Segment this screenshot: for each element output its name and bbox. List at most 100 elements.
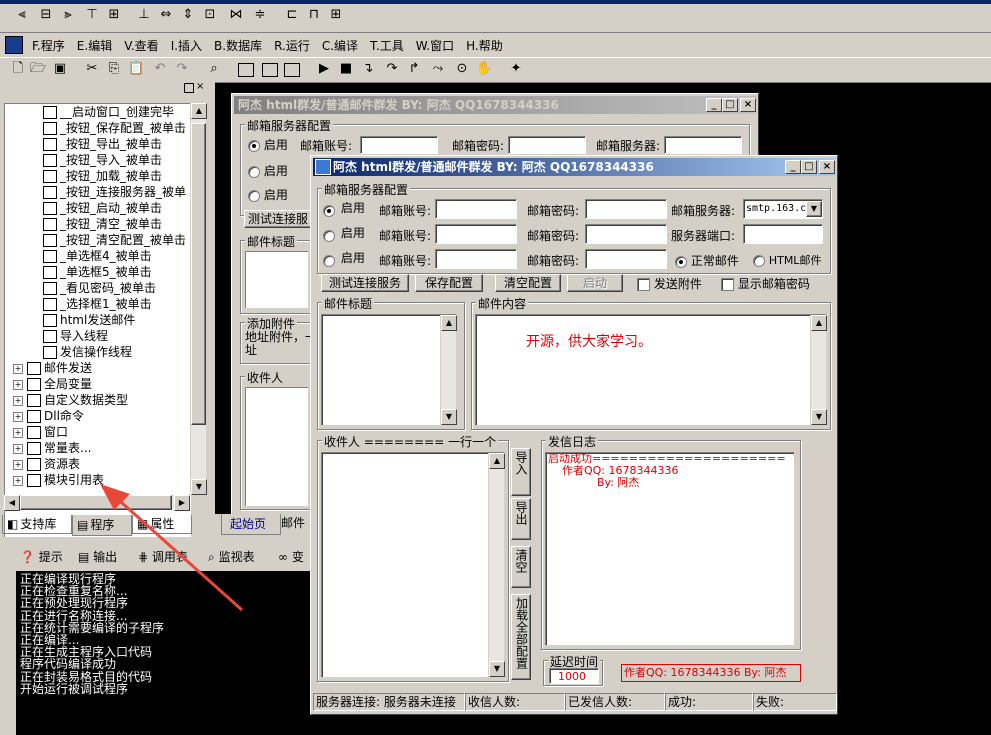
tab-variables[interactable]: ∞ 变 — [278, 547, 304, 567]
scroll-thumb[interactable] — [191, 123, 206, 425]
minimize-icon[interactable]: _ — [706, 98, 722, 112]
menu-item-2[interactable]: V.查看 — [118, 37, 164, 55]
import-button[interactable]: 导入 — [511, 448, 531, 496]
tree-item[interactable]: _按钮_清空_被单击 — [43, 216, 162, 232]
tree-item[interactable]: + 全局变量 — [13, 376, 92, 392]
content-vscroll[interactable]: ▲ ▼ — [810, 315, 827, 425]
account-input-2[interactable] — [435, 224, 517, 244]
app-icon[interactable] — [5, 36, 23, 54]
layout-3-icon[interactable] — [284, 63, 300, 77]
chevron-down-icon[interactable]: ▼ — [806, 201, 822, 217]
menu-item-8[interactable]: W.窗口 — [410, 37, 460, 55]
minimize-icon[interactable]: _ — [785, 160, 801, 174]
normal-mail-radio[interactable] — [675, 255, 687, 268]
start-button[interactable]: 启动 — [567, 274, 623, 292]
tree-item[interactable]: _看见密码_被单击 — [43, 280, 156, 296]
tree-item[interactable]: _单选框5_被单击 — [43, 264, 152, 280]
expand-icon[interactable]: + — [13, 363, 23, 374]
tree-item[interactable]: + 邮件发送 — [13, 360, 92, 376]
align-right-icon[interactable]: ⫸ — [60, 7, 76, 23]
subject-vscroll[interactable]: ▲ ▼ — [440, 315, 457, 425]
back-server-select[interactable] — [664, 136, 742, 154]
menu-item-7[interactable]: T.工具 — [364, 37, 410, 55]
undo-icon[interactable]: ↶ — [152, 61, 168, 77]
run-to-cursor-icon[interactable]: ⤳ — [430, 61, 446, 77]
step-out-icon[interactable]: ↱ — [406, 61, 422, 77]
scroll-down-icon[interactable]: ▼ — [811, 409, 827, 425]
recipients-vscroll[interactable]: ▲ ▼ — [488, 453, 505, 677]
v-space-icon[interactable]: ≑ — [252, 7, 268, 23]
save-config-button[interactable]: 保存配置 — [415, 274, 483, 292]
scroll-up-icon[interactable]: ▲ — [191, 103, 207, 119]
scroll-left-icon[interactable]: ◀ — [4, 495, 20, 511]
send-log-box[interactable]: 启动成功===================== 作者QQ: 16783443… — [545, 452, 794, 645]
breakpoint-icon[interactable]: ⊙ — [454, 61, 470, 77]
tree-item[interactable]: 导入线程 — [43, 328, 108, 344]
html-mail-option[interactable]: HTML邮件 — [753, 252, 821, 268]
cut-icon[interactable]: ✂ — [84, 61, 100, 77]
tree-item[interactable]: 发信操作线程 — [43, 344, 132, 360]
hand-icon[interactable]: ✋ — [476, 61, 492, 77]
tree-item[interactable]: __启动窗口_创建完毕 — [43, 104, 174, 120]
align-center-icon[interactable]: ⊟ — [38, 7, 54, 23]
same-size-icon[interactable]: ⊡ — [202, 7, 218, 23]
scroll-down-icon[interactable]: ▼ — [489, 661, 505, 677]
center-h-icon[interactable]: ⊏ — [284, 7, 300, 23]
menu-item-5[interactable]: R.运行 — [268, 37, 316, 55]
send-attachment-option[interactable]: 发送附件 — [637, 275, 702, 292]
tab-support-lib[interactable]: ◧ 支持库 — [2, 515, 72, 534]
subject-textbox[interactable]: ▲ ▼ — [321, 314, 457, 425]
back-enable-radio-3[interactable] — [248, 189, 260, 202]
tree-item[interactable]: _选择框1_被单击 — [43, 296, 152, 312]
show-password-option[interactable]: 显示邮箱密码 — [721, 275, 810, 292]
scroll-up-icon[interactable]: ▲ — [441, 315, 457, 331]
enable-radio-2[interactable] — [323, 229, 335, 242]
step-into-icon[interactable]: ↴ — [360, 61, 376, 77]
clear-config-button[interactable]: 清空配置 — [495, 274, 561, 292]
align-top-icon[interactable]: ⊤ — [84, 7, 100, 23]
back-recipients-box[interactable] — [245, 387, 308, 506]
tree-item[interactable]: _按钮_保存配置_被单击 — [43, 120, 186, 136]
password-input-1[interactable] — [585, 199, 667, 219]
send-attachment-checkbox[interactable] — [637, 278, 650, 291]
vertical-splitter[interactable] — [207, 81, 215, 537]
expand-icon[interactable]: + — [13, 379, 23, 390]
same-width-icon[interactable]: ⇔ — [158, 7, 174, 23]
save-icon[interactable]: ▣ — [52, 61, 68, 77]
tree-item[interactable]: + 窗口 — [13, 424, 68, 440]
run-icon[interactable]: ▶ — [316, 61, 332, 77]
recipients-textbox[interactable]: ▲ ▼ — [321, 452, 505, 677]
menu-item-6[interactable]: C.编译 — [316, 37, 364, 55]
tree-item[interactable]: _按钮_加载_被单击 — [43, 168, 162, 184]
account-input-3[interactable] — [435, 249, 517, 269]
normal-mail-option[interactable]: 正常邮件 — [675, 252, 739, 269]
menu-item-0[interactable]: F.程序 — [26, 37, 71, 55]
back-password-input[interactable] — [508, 136, 586, 154]
expand-icon[interactable]: + — [13, 411, 23, 422]
tree-item[interactable]: _按钮_导入_被单击 — [43, 152, 162, 168]
menu-item-3[interactable]: I.插入 — [165, 37, 208, 55]
enable-radio-3[interactable] — [323, 254, 335, 267]
password-input-3[interactable] — [585, 249, 667, 269]
menu-item-4[interactable]: B.数据库 — [208, 37, 268, 55]
test-connection-button[interactable]: 测试连接服务 — [321, 274, 409, 292]
align-left-icon[interactable]: ⫷ — [14, 7, 30, 23]
stop-icon[interactable]: ■ — [338, 61, 354, 77]
expand-icon[interactable]: + — [13, 427, 23, 438]
menu-item-1[interactable]: E.编辑 — [71, 37, 118, 55]
show-password-checkbox[interactable] — [721, 278, 734, 291]
password-input-2[interactable] — [585, 224, 667, 244]
close-icon[interactable]: × — [740, 98, 756, 112]
grid-icon[interactable]: ⊞ — [328, 7, 344, 23]
tree-item[interactable]: + 自定义数据类型 — [13, 392, 128, 408]
maximize-icon[interactable]: □ — [801, 160, 817, 174]
tree-item[interactable]: html发送邮件 — [43, 312, 135, 328]
html-mail-radio[interactable] — [753, 254, 765, 267]
open-folder-icon[interactable]: 🗁 — [30, 61, 46, 77]
account-input-1[interactable] — [435, 199, 517, 219]
export-button[interactable]: 导出 — [511, 498, 531, 540]
center-v-icon[interactable]: ⊓ — [306, 7, 322, 23]
find-icon[interactable]: ⌕ — [206, 61, 222, 77]
tree-item[interactable]: + 常量表... — [13, 440, 91, 456]
scroll-up-icon[interactable]: ▲ — [811, 315, 827, 331]
